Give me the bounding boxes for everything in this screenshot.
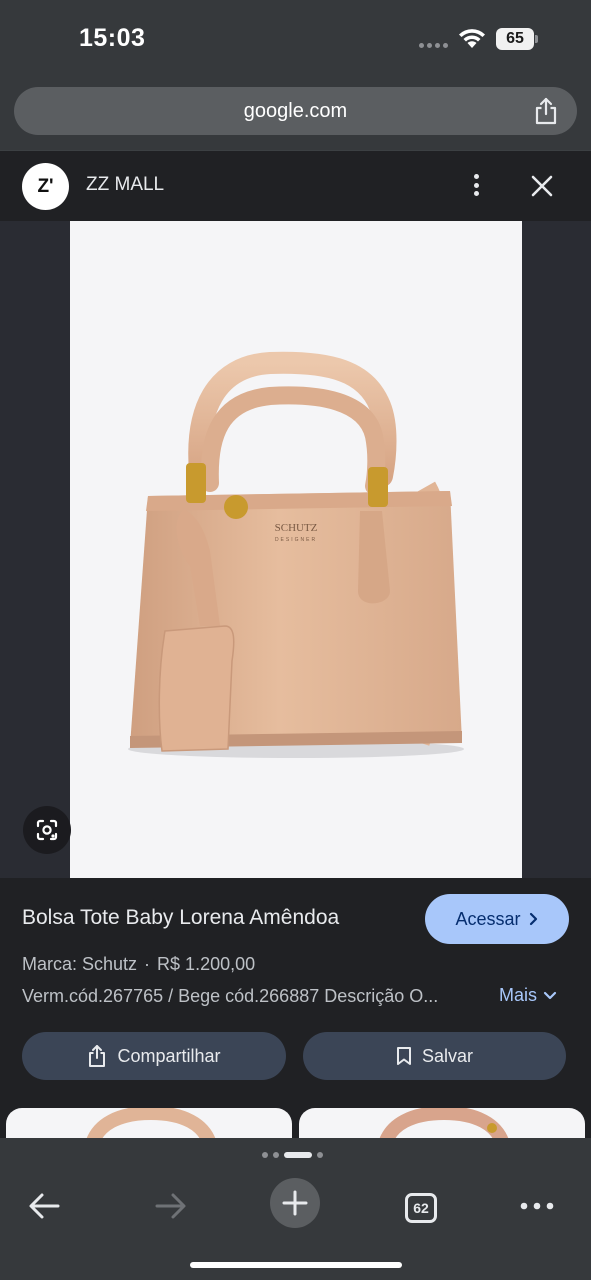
product-meta: Marca: Schutz · R$ 1.200,00 — [22, 954, 255, 975]
more-button[interactable]: Mais — [499, 985, 557, 1006]
wifi-icon — [459, 29, 485, 48]
url-text[interactable]: google.com — [14, 87, 577, 135]
lens-icon — [36, 819, 58, 841]
share-button[interactable]: Compartilhar — [22, 1032, 286, 1080]
status-bar: 15:03 65 — [0, 0, 591, 80]
tabs-icon: 62 — [405, 1193, 437, 1223]
product-brand: Marca: Schutz — [22, 954, 138, 974]
more-vert-icon[interactable] — [466, 170, 486, 200]
visit-button[interactable]: Acessar — [425, 894, 569, 944]
battery-icon: 65 — [496, 28, 538, 50]
more-horiz-icon[interactable] — [512, 1181, 562, 1231]
new-tab-button[interactable] — [270, 1178, 320, 1228]
site-logo[interactable]: Z' — [22, 163, 69, 210]
signal-icon — [419, 43, 451, 49]
image-viewer: SCHUTZ DESIGNER — [0, 221, 591, 878]
chevron-right-icon — [529, 912, 537, 926]
product-info-panel: Bolsa Tote Baby Lorena Amêndoa Acessar M… — [0, 878, 591, 1140]
battery-level: 65 — [496, 28, 534, 50]
share-button-label: Compartilhar — [117, 1045, 221, 1066]
chevron-down-icon — [543, 991, 557, 999]
share-icon[interactable] — [533, 97, 559, 125]
address-bar[interactable]: google.com — [14, 87, 577, 135]
browser-chrome: 15:03 65 google.com — [0, 0, 591, 150]
page-indicator — [0, 1138, 591, 1173]
share-icon — [89, 1045, 106, 1067]
more-button-label: Mais — [499, 985, 538, 1005]
product-price: R$ 1.200,00 — [157, 954, 256, 974]
status-time: 15:03 — [79, 24, 146, 52]
related-image-thumbnail[interactable] — [6, 1108, 292, 1140]
product-description: Verm.cód.267765 / Bege cód.266887 Descri… — [22, 986, 439, 1006]
plus-icon — [282, 1190, 308, 1216]
save-button[interactable]: Salvar — [303, 1032, 566, 1080]
visit-button-label: Acessar — [455, 908, 521, 929]
site-name[interactable]: ZZ MALL — [86, 174, 164, 196]
home-indicator[interactable] — [190, 1262, 402, 1268]
close-icon[interactable] — [527, 171, 557, 201]
tabs-button[interactable]: 62 — [398, 1181, 448, 1231]
meta-separator: · — [144, 954, 151, 974]
handbag-illustration: SCHUTZ DESIGNER — [128, 351, 464, 758]
source-header: Z' ZZ MALL — [0, 150, 591, 222]
product-image[interactable]: SCHUTZ DESIGNER — [70, 221, 522, 878]
bookmark-icon — [396, 1047, 411, 1065]
bag-brand-sub: DESIGNER — [275, 537, 317, 543]
save-button-label: Salvar — [421, 1045, 474, 1066]
back-icon[interactable] — [20, 1181, 70, 1231]
related-image-thumbnail[interactable] — [299, 1108, 585, 1140]
bottom-toolbar: 62 — [0, 1173, 591, 1280]
lens-button[interactable] — [23, 806, 71, 854]
product-title[interactable]: Bolsa Tote Baby Lorena Amêndoa — [22, 906, 339, 930]
forward-icon[interactable] — [145, 1181, 195, 1231]
bag-brand-logo: SCHUTZ — [275, 522, 318, 534]
